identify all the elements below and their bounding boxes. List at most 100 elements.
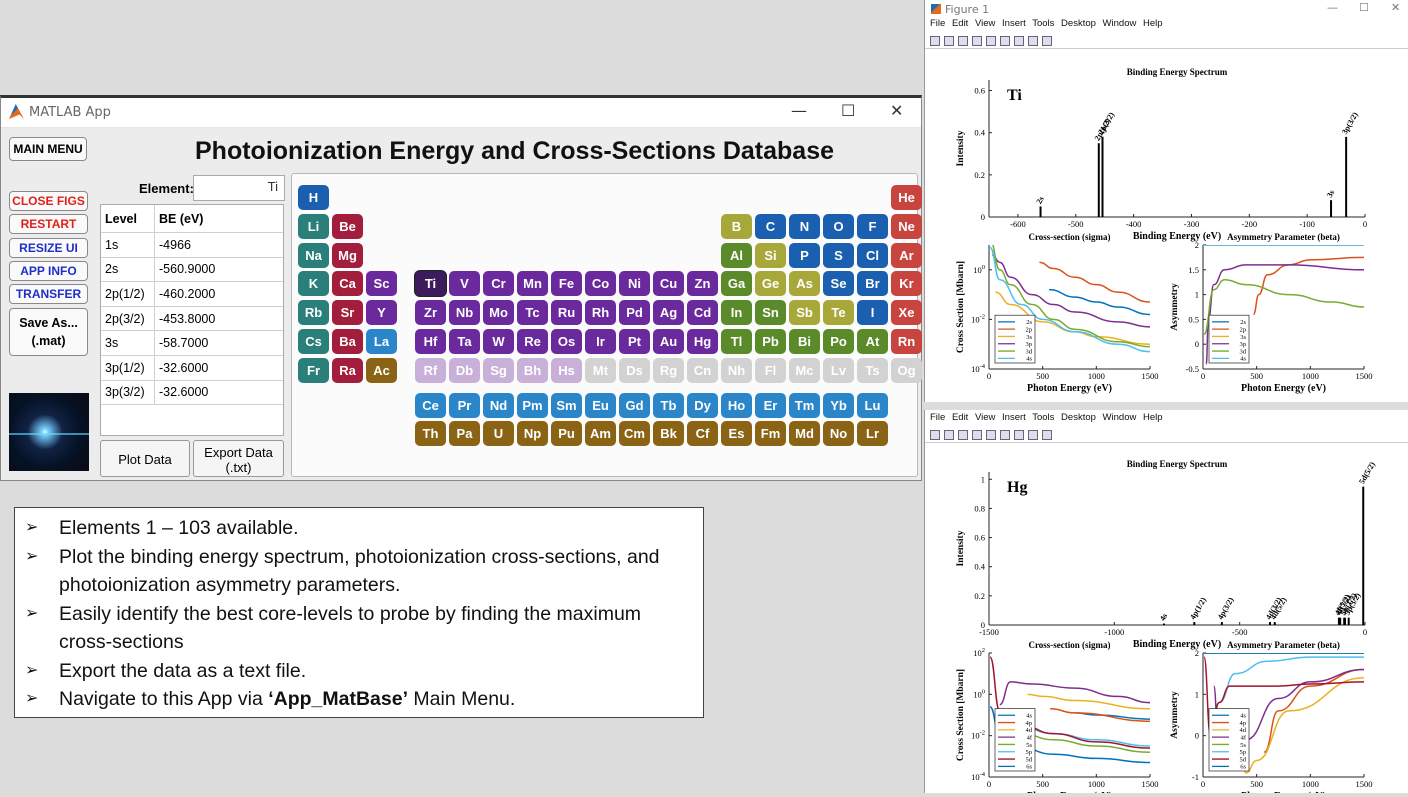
element-tile-md[interactable]: Md <box>789 421 820 447</box>
element-tile-pd[interactable]: Pd <box>619 300 650 326</box>
element-tile-mo[interactable]: Mo <box>483 300 514 326</box>
figure-menu-bar[interactable]: File Edit View Insert Tools Desktop Wind… <box>925 410 1408 427</box>
element-tile-th[interactable]: Th <box>415 421 446 447</box>
element-tile-at[interactable]: At <box>857 329 888 354</box>
element-tile-ca[interactable]: Ca <box>332 271 363 297</box>
element-tile-cf[interactable]: Cf <box>687 421 718 447</box>
element-tile-ru[interactable]: Ru <box>551 300 582 326</box>
open-file-icon[interactable] <box>944 429 954 440</box>
element-tile-ac[interactable]: Ac <box>366 357 397 383</box>
element-tile-tl[interactable]: Tl <box>721 329 752 354</box>
legend-icon[interactable] <box>1014 35 1024 46</box>
element-tile-og[interactable]: Og <box>891 357 922 383</box>
element-tile-li[interactable]: Li <box>298 213 329 239</box>
element-tile-rg[interactable]: Rg <box>653 357 684 383</box>
export-data-button[interactable]: Export Data (.txt) <box>193 440 284 477</box>
legend-icon[interactable] <box>1014 429 1024 440</box>
element-tile-w[interactable]: W <box>483 329 514 354</box>
element-tile-ne[interactable]: Ne <box>891 213 922 239</box>
link-plot-icon[interactable] <box>986 35 996 46</box>
property-editor-icon[interactable] <box>1042 429 1052 440</box>
element-tile-u[interactable]: U <box>483 421 514 447</box>
element-tile-es[interactable]: Es <box>721 421 752 447</box>
element-tile-sn[interactable]: Sn <box>755 300 786 326</box>
element-tile-yb[interactable]: Yb <box>823 392 854 418</box>
element-tile-fe[interactable]: Fe <box>551 271 582 297</box>
element-tile-al[interactable]: Al <box>721 242 752 268</box>
element-tile-sg[interactable]: Sg <box>483 357 514 383</box>
element-tile-rn[interactable]: Rn <box>891 329 922 354</box>
element-tile-i[interactable]: I <box>857 300 888 326</box>
element-tile-cl[interactable]: Cl <box>857 242 888 268</box>
element-tile-y[interactable]: Y <box>366 300 397 326</box>
element-tile-cd[interactable]: Cd <box>687 300 718 326</box>
figure-menu-bar[interactable]: File Edit View Insert Tools Desktop Wind… <box>925 18 1408 33</box>
element-tile-mg[interactable]: Mg <box>332 242 363 268</box>
table-row[interactable]: 3s -58.7000 <box>101 331 283 356</box>
element-tile-lu[interactable]: Lu <box>857 392 888 418</box>
table-row[interactable]: 2p(3/2) -453.8000 <box>101 306 283 332</box>
element-tile-sr[interactable]: Sr <box>332 300 363 326</box>
element-tile-f[interactable]: F <box>857 213 888 239</box>
element-tile-cu[interactable]: Cu <box>653 271 684 297</box>
element-tile-fl[interactable]: Fl <box>755 357 786 383</box>
app-info-button[interactable]: APP INFO <box>9 261 88 281</box>
element-tile-in[interactable]: In <box>721 300 752 326</box>
element-tile-hs[interactable]: Hs <box>551 357 582 383</box>
element-tile-as[interactable]: As <box>789 271 820 297</box>
element-tile-b[interactable]: B <box>721 213 752 239</box>
save-icon[interactable] <box>958 35 968 46</box>
element-tile-no[interactable]: No <box>823 421 854 447</box>
maximize-icon[interactable]: ☐ <box>841 101 855 120</box>
element-tile-nd[interactable]: Nd <box>483 392 514 418</box>
element-tile-rh[interactable]: Rh <box>585 300 616 326</box>
pointer-icon[interactable] <box>1028 35 1038 46</box>
element-tile-ho[interactable]: Ho <box>721 392 752 418</box>
save-as-button[interactable]: Save As... (.mat) <box>9 308 88 356</box>
element-tile-pm[interactable]: Pm <box>517 392 548 418</box>
maximize-icon[interactable]: ☐ <box>1359 1 1369 14</box>
new-figure-icon[interactable] <box>930 429 940 440</box>
element-tile-fm[interactable]: Fm <box>755 421 786 447</box>
table-row[interactable]: 1s -4966 <box>101 233 283 258</box>
element-tile-s[interactable]: S <box>823 242 854 268</box>
element-tile-na[interactable]: Na <box>298 242 329 268</box>
element-tile-cn[interactable]: Cn <box>687 357 718 383</box>
link-plot-icon[interactable] <box>986 429 996 440</box>
table-row[interactable]: 3p(3/2) -32.6000 <box>101 380 283 406</box>
transfer-button[interactable]: TRANSFER <box>9 284 88 304</box>
element-tile-cm[interactable]: Cm <box>619 421 650 447</box>
save-icon[interactable] <box>958 429 968 440</box>
element-tile-ga[interactable]: Ga <box>721 271 752 297</box>
element-tile-hf[interactable]: Hf <box>415 329 446 354</box>
element-tile-sm[interactable]: Sm <box>551 392 582 418</box>
minimize-icon[interactable]: — <box>791 101 807 120</box>
element-tile-fr[interactable]: Fr <box>298 357 329 383</box>
element-tile-xe[interactable]: Xe <box>891 300 922 326</box>
table-row[interactable]: 2s -560.9000 <box>101 257 283 283</box>
element-tile-p[interactable]: P <box>789 242 820 268</box>
element-tile-hg[interactable]: Hg <box>687 329 718 354</box>
main-menu-button[interactable]: MAIN MENU <box>9 137 87 161</box>
element-tile-mc[interactable]: Mc <box>789 357 820 383</box>
element-tile-zr[interactable]: Zr <box>415 300 446 326</box>
element-tile-v[interactable]: V <box>449 271 480 297</box>
colorbar-icon[interactable] <box>1000 429 1010 440</box>
element-tile-np[interactable]: Np <box>517 421 548 447</box>
element-tile-mt[interactable]: Mt <box>585 357 616 383</box>
element-tile-rf[interactable]: Rf <box>415 357 446 383</box>
element-tile-pb[interactable]: Pb <box>755 329 786 354</box>
element-tile-ta[interactable]: Ta <box>449 329 480 354</box>
element-tile-si[interactable]: Si <box>755 242 786 268</box>
element-tile-bi[interactable]: Bi <box>789 329 820 354</box>
element-tile-pu[interactable]: Pu <box>551 421 582 447</box>
element-tile-sc[interactable]: Sc <box>366 271 397 297</box>
element-tile-ds[interactable]: Ds <box>619 357 650 383</box>
element-tile-kr[interactable]: Kr <box>891 271 922 297</box>
element-tile-pr[interactable]: Pr <box>449 392 480 418</box>
element-tile-bk[interactable]: Bk <box>653 421 684 447</box>
element-tile-am[interactable]: Am <box>585 421 616 447</box>
property-editor-icon[interactable] <box>1042 35 1052 46</box>
element-tile-ag[interactable]: Ag <box>653 300 684 326</box>
element-tile-be[interactable]: Be <box>332 213 363 239</box>
